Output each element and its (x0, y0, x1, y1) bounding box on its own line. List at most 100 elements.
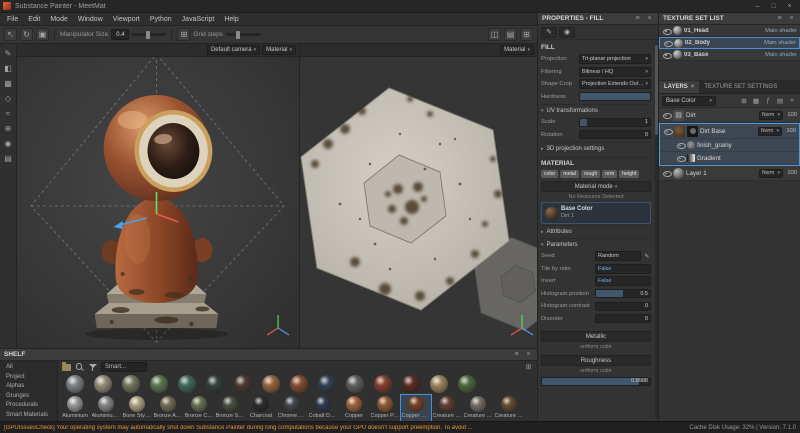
shelf-material[interactable]: Copper (339, 395, 369, 421)
2d-scene-canvas[interactable] (300, 44, 537, 348)
panel-close-icon[interactable]: × (787, 15, 796, 22)
rotate-manipulator-icon[interactable]: ↻ (20, 28, 33, 41)
layer-row-dirt-base[interactable]: Dirt Base Norm▾ 100 (660, 124, 799, 139)
visibility-eye-icon[interactable] (676, 154, 685, 162)
projection-tool-icon[interactable]: ▦ (2, 77, 15, 90)
channel-rough-chip[interactable]: rough (581, 170, 600, 178)
brush-mode-icon[interactable]: ✎ (541, 27, 557, 38)
menu-mode[interactable]: Mode (45, 16, 73, 23)
projection-select[interactable]: Tri-planar projection▾ (579, 54, 651, 64)
shelf-material[interactable]: Creature T... (494, 395, 524, 421)
menu-file[interactable]: File (2, 16, 23, 23)
texture-set-shader-link[interactable]: Main shader (764, 40, 796, 46)
3d-projection-settings-section[interactable]: ▸ 3D projection settings (541, 142, 651, 154)
3d-viewport[interactable]: Default camera ▾ Material ▾ (17, 44, 300, 348)
visibility-eye-icon[interactable] (663, 127, 672, 135)
shelf-material[interactable]: Aluminium (60, 395, 90, 421)
texture-set-shader-link[interactable]: Main shader (765, 28, 797, 34)
shelf-material[interactable]: Creature Sl... (463, 395, 493, 421)
channel-filter-select[interactable]: Base Color ▾ (662, 96, 716, 106)
shelf-material[interactable]: Bronze Sta... (215, 395, 245, 421)
shelf-material[interactable]: Aluminium... (91, 395, 121, 421)
panel-close-icon[interactable]: × (524, 351, 533, 358)
shelf-category-procedurals[interactable]: Procedurals (0, 401, 57, 411)
paint-brush-tool-icon[interactable]: ✎ (2, 47, 15, 60)
polygon-fill-tool-icon[interactable]: ◇ (2, 92, 15, 105)
blend-mode-select[interactable]: Norm▾ (758, 127, 782, 136)
layer-content-thumbnail[interactable] (673, 168, 684, 179)
symmetry-icon[interactable]: ◫ (488, 28, 501, 41)
visibility-eye-icon[interactable] (663, 39, 672, 47)
minimize-button[interactable]: – (750, 1, 765, 12)
shelf-material[interactable]: Copper Pa... (370, 395, 400, 421)
edit-pencil-icon[interactable]: ✎ (643, 253, 651, 260)
visibility-eye-icon[interactable] (662, 27, 671, 35)
metallic-button[interactable]: Metallic (541, 331, 651, 342)
visibility-eye-icon[interactable] (662, 169, 671, 177)
titlebar[interactable]: Substance Painter - MeetMat – □ × (0, 0, 800, 13)
material-picker-tool-icon[interactable]: ◉ (2, 137, 15, 150)
filter-funnel-icon[interactable] (88, 363, 97, 372)
channel-nrm-chip[interactable]: nrm (602, 170, 617, 178)
panel-menu-icon[interactable]: ≡ (775, 15, 784, 22)
seed-random-button[interactable]: Random (595, 251, 641, 261)
texture-set-list-header[interactable]: TEXTURE SET LIST ≡ × (659, 13, 800, 25)
grid-steps-slider[interactable] (226, 33, 260, 36)
menu-help[interactable]: Help (219, 16, 243, 23)
material-sphere[interactable] (430, 375, 448, 393)
material-sphere[interactable] (66, 375, 84, 393)
visibility-eye-icon[interactable] (662, 51, 671, 59)
menu-edit[interactable]: Edit (23, 16, 45, 23)
shelf-category-grunges[interactable]: Grunges (0, 392, 57, 402)
smudge-tool-icon[interactable]: ≈ (2, 107, 15, 120)
hardness-slider[interactable] (579, 92, 651, 101)
shelf-material-selected[interactable]: Copper Worn (401, 395, 431, 421)
grid-icon[interactable]: ⊞ (177, 28, 190, 41)
slider-thumb[interactable] (146, 31, 150, 39)
3d-scene-canvas[interactable] (17, 44, 299, 348)
manipulator-size-value[interactable]: 0.4 (111, 29, 129, 40)
menu-viewport[interactable]: Viewport (108, 16, 145, 23)
layer-opacity[interactable]: 100 (785, 170, 797, 176)
grid-view-icon[interactable]: ⊞ (524, 363, 533, 371)
maximize-button[interactable]: □ (766, 1, 781, 12)
material-sphere[interactable] (346, 375, 364, 393)
add-effect-icon[interactable]: ƒ (763, 97, 773, 104)
tab-layers[interactable]: LAYERS × (659, 81, 699, 93)
snap-grid-icon[interactable]: ⊞ (520, 28, 533, 41)
shelf-material[interactable]: Cobalt Da... (308, 395, 338, 421)
uv-transformations-section[interactable]: ▾ UV transformations (541, 104, 651, 116)
shelf-category-all[interactable]: All (0, 363, 57, 373)
material-sphere[interactable] (262, 375, 280, 393)
material-mode-button[interactable]: Material mode ▾ (541, 181, 651, 192)
attributes-section[interactable]: ▸ Attributes (541, 225, 651, 237)
texture-set-shader-link[interactable]: Main shader (765, 52, 797, 58)
shelf-category-project[interactable]: Project (0, 373, 57, 383)
menu-window[interactable]: Window (73, 16, 108, 23)
roughness-slider[interactable]: 0.8988 (541, 377, 651, 386)
effect-row-finish-grainy[interactable]: finish_grainy (660, 139, 799, 152)
disorder-slider[interactable]: 0 (595, 314, 651, 323)
effect-row-gradient[interactable]: Gradient (660, 152, 799, 165)
texture-set-row-selected[interactable]: 02_Body Main shader (659, 37, 800, 49)
eraser-tool-icon[interactable]: ◧ (2, 62, 15, 75)
shelf-header[interactable]: SHELF ≡ × (0, 349, 537, 361)
scale-manipulator-icon[interactable]: ▣ (36, 28, 49, 41)
shelf-category-alphas[interactable]: Alphas (0, 382, 57, 392)
delete-layer-icon[interactable]: × (787, 97, 797, 104)
histogram-position-slider[interactable]: 0.5 (595, 289, 651, 298)
add-folder-icon[interactable]: ▤ (775, 97, 785, 105)
panel-menu-icon[interactable]: ≡ (633, 15, 642, 22)
scale-slider[interactable]: 1 (579, 118, 651, 127)
histogram-contrast-slider[interactable]: 0 (595, 302, 651, 311)
fill-mode-icon[interactable]: ◉ (559, 27, 575, 38)
menu-javascript[interactable]: JavaScript (177, 16, 220, 23)
shelf-material[interactable]: Charcoal (246, 395, 276, 421)
rotation-slider[interactable]: 0 (579, 130, 651, 139)
shelf-material[interactable]: Bronze Arm... (153, 395, 183, 421)
channel-height-chip[interactable]: height (619, 170, 639, 178)
material-sphere[interactable] (374, 375, 392, 393)
filtering-select[interactable]: Bilinear / HQ▾ (579, 67, 651, 77)
material-sphere[interactable] (318, 375, 336, 393)
add-fill-layer-icon[interactable]: ▦ (751, 97, 761, 105)
